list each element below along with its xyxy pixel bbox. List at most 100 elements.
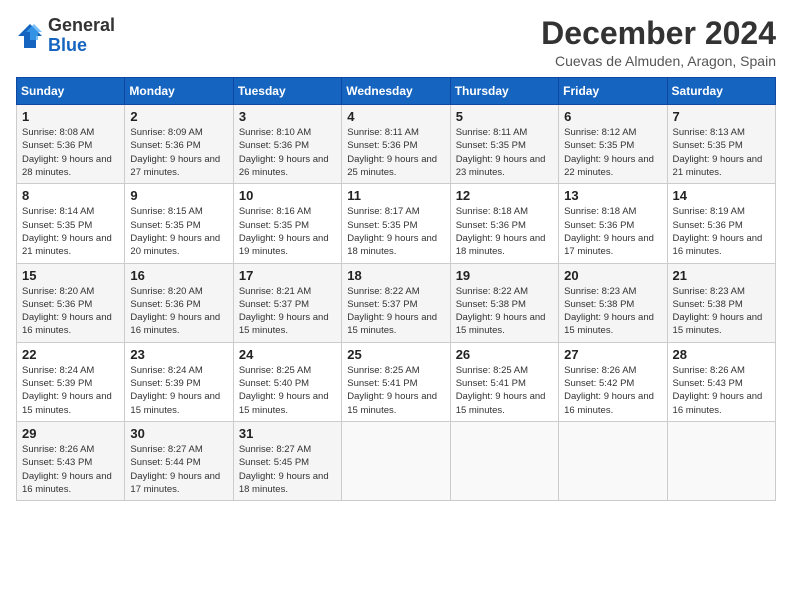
day-number: 23: [130, 347, 227, 362]
calendar-cell: 29 Sunrise: 8:26 AMSunset: 5:43 PMDayligh…: [17, 421, 125, 500]
calendar-cell: 15Sunrise: 8:20 AMSunset: 5:36 PMDayligh…: [17, 263, 125, 342]
column-header-friday: Friday: [559, 78, 667, 105]
day-number: 10: [239, 188, 336, 203]
day-info: Sunrise: 8:26 AMSunset: 5:42 PMDaylight:…: [564, 364, 661, 417]
day-number: 5: [456, 109, 553, 124]
calendar-cell: 13Sunrise: 8:18 AMSunset: 5:36 PMDayligh…: [559, 184, 667, 263]
day-info: Sunrise: 8:26 AMSunset: 5:43 PMDaylight:…: [22, 443, 119, 496]
calendar-cell: 14 Sunrise: 8:19 AMSunset: 5:36 PMDayligh…: [667, 184, 775, 263]
day-info: Sunrise: 8:14 AMSunset: 5:35 PMDaylight:…: [22, 205, 119, 258]
calendar-cell: 28Sunrise: 8:26 AMSunset: 5:43 PMDayligh…: [667, 342, 775, 421]
day-info: Sunrise: 8:12 AMSunset: 5:35 PMDaylight:…: [564, 126, 661, 179]
day-info: Sunrise: 8:11 AMSunset: 5:35 PMDaylight:…: [456, 126, 553, 179]
day-number: 30: [130, 426, 227, 441]
page-header: General Blue December 2024 Cuevas de Alm…: [16, 16, 776, 69]
logo-blue-text: Blue: [48, 36, 115, 56]
calendar-cell: 12Sunrise: 8:18 AMSunset: 5:36 PMDayligh…: [450, 184, 558, 263]
location-title: Cuevas de Almuden, Aragon, Spain: [541, 53, 776, 69]
day-number: 2: [130, 109, 227, 124]
day-info: Sunrise: 8:24 AMSunset: 5:39 PMDaylight:…: [130, 364, 227, 417]
day-info: Sunrise: 8:27 AMSunset: 5:44 PMDaylight:…: [130, 443, 227, 496]
column-header-thursday: Thursday: [450, 78, 558, 105]
day-info: Sunrise: 8:10 AMSunset: 5:36 PMDaylight:…: [239, 126, 336, 179]
day-info: Sunrise: 8:16 AMSunset: 5:35 PMDaylight:…: [239, 205, 336, 258]
calendar-cell: 1 Sunrise: 8:08 AMSunset: 5:36 PMDaylight…: [17, 105, 125, 184]
day-info: Sunrise: 8:20 AMSunset: 5:36 PMDaylight:…: [130, 285, 227, 338]
day-number: 12: [456, 188, 553, 203]
calendar-cell: 5 Sunrise: 8:11 AMSunset: 5:35 PMDaylight…: [450, 105, 558, 184]
calendar-cell: 30 Sunrise: 8:27 AMSunset: 5:44 PMDayligh…: [125, 421, 233, 500]
logo: General Blue: [16, 16, 115, 56]
day-number: 4: [347, 109, 444, 124]
calendar-cell: 17 Sunrise: 8:21 AMSunset: 5:37 PMDayligh…: [233, 263, 341, 342]
title-section: December 2024 Cuevas de Almuden, Aragon,…: [541, 16, 776, 69]
day-number: 27: [564, 347, 661, 362]
calendar-cell: 3 Sunrise: 8:10 AMSunset: 5:36 PMDaylight…: [233, 105, 341, 184]
day-number: 22: [22, 347, 119, 362]
logo-icon: [16, 22, 44, 50]
calendar-cell: 6 Sunrise: 8:12 AMSunset: 5:35 PMDaylight…: [559, 105, 667, 184]
calendar-cell: 19 Sunrise: 8:22 AMSunset: 5:38 PMDayligh…: [450, 263, 558, 342]
day-number: 8: [22, 188, 119, 203]
calendar-cell: 24 Sunrise: 8:25 AMSunset: 5:40 PMDayligh…: [233, 342, 341, 421]
day-info: Sunrise: 8:27 AMSunset: 5:45 PMDaylight:…: [239, 443, 336, 496]
day-number: 29: [22, 426, 119, 441]
calendar-cell: 10 Sunrise: 8:16 AMSunset: 5:35 PMDayligh…: [233, 184, 341, 263]
calendar-week-row: 1 Sunrise: 8:08 AMSunset: 5:36 PMDaylight…: [17, 105, 776, 184]
day-info: Sunrise: 8:23 AMSunset: 5:38 PMDaylight:…: [673, 285, 770, 338]
day-number: 15: [22, 268, 119, 283]
calendar-cell: [450, 421, 558, 500]
calendar-cell: 2Sunrise: 8:09 AMSunset: 5:36 PMDaylight…: [125, 105, 233, 184]
calendar-cell: 25 Sunrise: 8:25 AMSunset: 5:41 PMDayligh…: [342, 342, 450, 421]
day-info: Sunrise: 8:22 AMSunset: 5:38 PMDaylight:…: [456, 285, 553, 338]
day-number: 24: [239, 347, 336, 362]
calendar-cell: 22 Sunrise: 8:24 AMSunset: 5:39 PMDayligh…: [17, 342, 125, 421]
day-number: 28: [673, 347, 770, 362]
calendar-cell: [342, 421, 450, 500]
calendar-cell: 8 Sunrise: 8:14 AMSunset: 5:35 PMDaylight…: [17, 184, 125, 263]
day-info: Sunrise: 8:13 AMSunset: 5:35 PMDaylight:…: [673, 126, 770, 179]
day-info: Sunrise: 8:25 AMSunset: 5:40 PMDaylight:…: [239, 364, 336, 417]
day-info: Sunrise: 8:24 AMSunset: 5:39 PMDaylight:…: [22, 364, 119, 417]
day-info: Sunrise: 8:08 AMSunset: 5:36 PMDaylight:…: [22, 126, 119, 179]
day-number: 19: [456, 268, 553, 283]
calendar-cell: [559, 421, 667, 500]
day-number: 26: [456, 347, 553, 362]
calendar-cell: 4 Sunrise: 8:11 AMSunset: 5:36 PMDaylight…: [342, 105, 450, 184]
calendar-cell: 31 Sunrise: 8:27 AMSunset: 5:45 PMDayligh…: [233, 421, 341, 500]
logo-general-text: General: [48, 16, 115, 36]
month-title: December 2024: [541, 16, 776, 51]
day-number: 13: [564, 188, 661, 203]
day-info: Sunrise: 8:11 AMSunset: 5:36 PMDaylight:…: [347, 126, 444, 179]
column-header-saturday: Saturday: [667, 78, 775, 105]
day-number: 16: [130, 268, 227, 283]
calendar-cell: [667, 421, 775, 500]
day-number: 7: [673, 109, 770, 124]
calendar-cell: 20Sunrise: 8:23 AMSunset: 5:38 PMDayligh…: [559, 263, 667, 342]
day-info: Sunrise: 8:17 AMSunset: 5:35 PMDaylight:…: [347, 205, 444, 258]
day-number: 1: [22, 109, 119, 124]
calendar-week-row: 8 Sunrise: 8:14 AMSunset: 5:35 PMDaylight…: [17, 184, 776, 263]
day-info: Sunrise: 8:25 AMSunset: 5:41 PMDaylight:…: [347, 364, 444, 417]
day-number: 6: [564, 109, 661, 124]
calendar-cell: 26Sunrise: 8:25 AMSunset: 5:41 PMDayligh…: [450, 342, 558, 421]
day-number: 31: [239, 426, 336, 441]
day-info: Sunrise: 8:21 AMSunset: 5:37 PMDaylight:…: [239, 285, 336, 338]
day-number: 3: [239, 109, 336, 124]
day-info: Sunrise: 8:23 AMSunset: 5:38 PMDaylight:…: [564, 285, 661, 338]
day-number: 9: [130, 188, 227, 203]
calendar-cell: 16 Sunrise: 8:20 AMSunset: 5:36 PMDayligh…: [125, 263, 233, 342]
calendar-cell: 9 Sunrise: 8:15 AMSunset: 5:35 PMDaylight…: [125, 184, 233, 263]
calendar-table: SundayMondayTuesdayWednesdayThursdayFrid…: [16, 77, 776, 501]
day-number: 14: [673, 188, 770, 203]
calendar-week-row: 15 Sunrise: 8:20 AMSunset: 5:36 PMDayligh…: [17, 263, 776, 342]
day-number: 17: [239, 268, 336, 283]
day-info: Sunrise: 8:19 AMSunset: 5:36 PMDaylight:…: [673, 205, 770, 258]
day-info: Sunrise: 8:22 AMSunset: 5:37 PMDaylight:…: [347, 285, 444, 338]
day-info: Sunrise: 8:15 AMSunset: 5:35 PMDaylight:…: [130, 205, 227, 258]
calendar-cell: 7 Sunrise: 8:13 AMSunset: 5:35 PMDaylight…: [667, 105, 775, 184]
day-number: 21: [673, 268, 770, 283]
calendar-header-row: SundayMondayTuesdayWednesdayThursdayFrid…: [17, 78, 776, 105]
day-number: 25: [347, 347, 444, 362]
column-header-wednesday: Wednesday: [342, 78, 450, 105]
